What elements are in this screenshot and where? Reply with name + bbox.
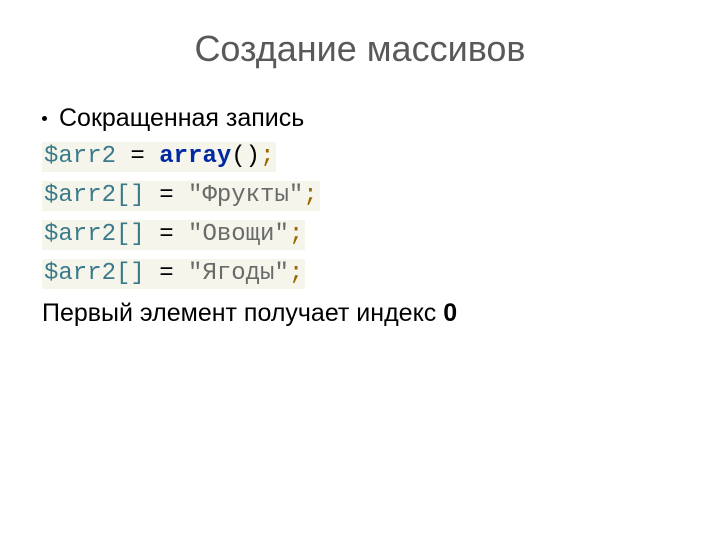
note-prefix: Первый элемент получает индекс <box>42 299 443 327</box>
token-space <box>145 221 159 248</box>
token-space <box>174 221 188 248</box>
token-space <box>145 143 159 170</box>
slide-title: Создание массивов <box>0 0 720 70</box>
token-variable: $arr2 <box>44 182 116 209</box>
token-paren: () <box>231 143 260 170</box>
bullet-icon <box>42 116 47 121</box>
slide-content: Сокращенная запись $arr2 = array(); $arr… <box>0 70 720 328</box>
token-semicolon: ; <box>289 260 303 287</box>
token-space <box>145 260 159 287</box>
code-line-1: $arr2 = array(); <box>42 142 720 172</box>
code-line-3: $arr2[] = "Овощи"; <box>42 220 720 250</box>
token-string: "Овощи" <box>188 221 289 248</box>
code-line-content: $arr2 = array(); <box>42 142 276 172</box>
code-block: $arr2 = array(); $arr2[] = "Фрукты"; $ar… <box>42 142 720 289</box>
code-line-content: $arr2[] = "Фрукты"; <box>42 181 320 211</box>
code-line-content: $arr2[] = "Ягоды"; <box>42 259 305 289</box>
token-brackets: [] <box>116 182 145 209</box>
token-variable: $arr2 <box>44 221 116 248</box>
token-semicolon: ; <box>303 182 317 209</box>
token-string: "Фрукты" <box>188 182 303 209</box>
token-space <box>116 143 130 170</box>
token-brackets: [] <box>116 260 145 287</box>
token-variable: $arr2 <box>44 143 116 170</box>
token-operator: = <box>159 260 173 287</box>
token-brackets: [] <box>116 221 145 248</box>
slide: Создание массивов Сокращенная запись $ar… <box>0 0 720 540</box>
token-variable: $arr2 <box>44 260 116 287</box>
note-index: 0 <box>443 299 457 327</box>
token-operator: = <box>159 182 173 209</box>
code-line-4: $arr2[] = "Ягоды"; <box>42 259 720 289</box>
token-space <box>145 182 159 209</box>
token-space <box>174 182 188 209</box>
code-line-2: $arr2[] = "Фрукты"; <box>42 181 720 211</box>
bullet-text: Сокращенная запись <box>59 104 304 133</box>
token-keyword: array <box>159 143 231 170</box>
code-line-content: $arr2[] = "Овощи"; <box>42 220 305 250</box>
note-text: Первый элемент получает индекс 0 <box>42 299 720 328</box>
bullet-item: Сокращенная запись <box>42 104 720 133</box>
token-operator: = <box>130 143 144 170</box>
token-operator: = <box>159 221 173 248</box>
token-space <box>174 260 188 287</box>
token-semicolon: ; <box>289 221 303 248</box>
token-string: "Ягоды" <box>188 260 289 287</box>
token-semicolon: ; <box>260 143 274 170</box>
